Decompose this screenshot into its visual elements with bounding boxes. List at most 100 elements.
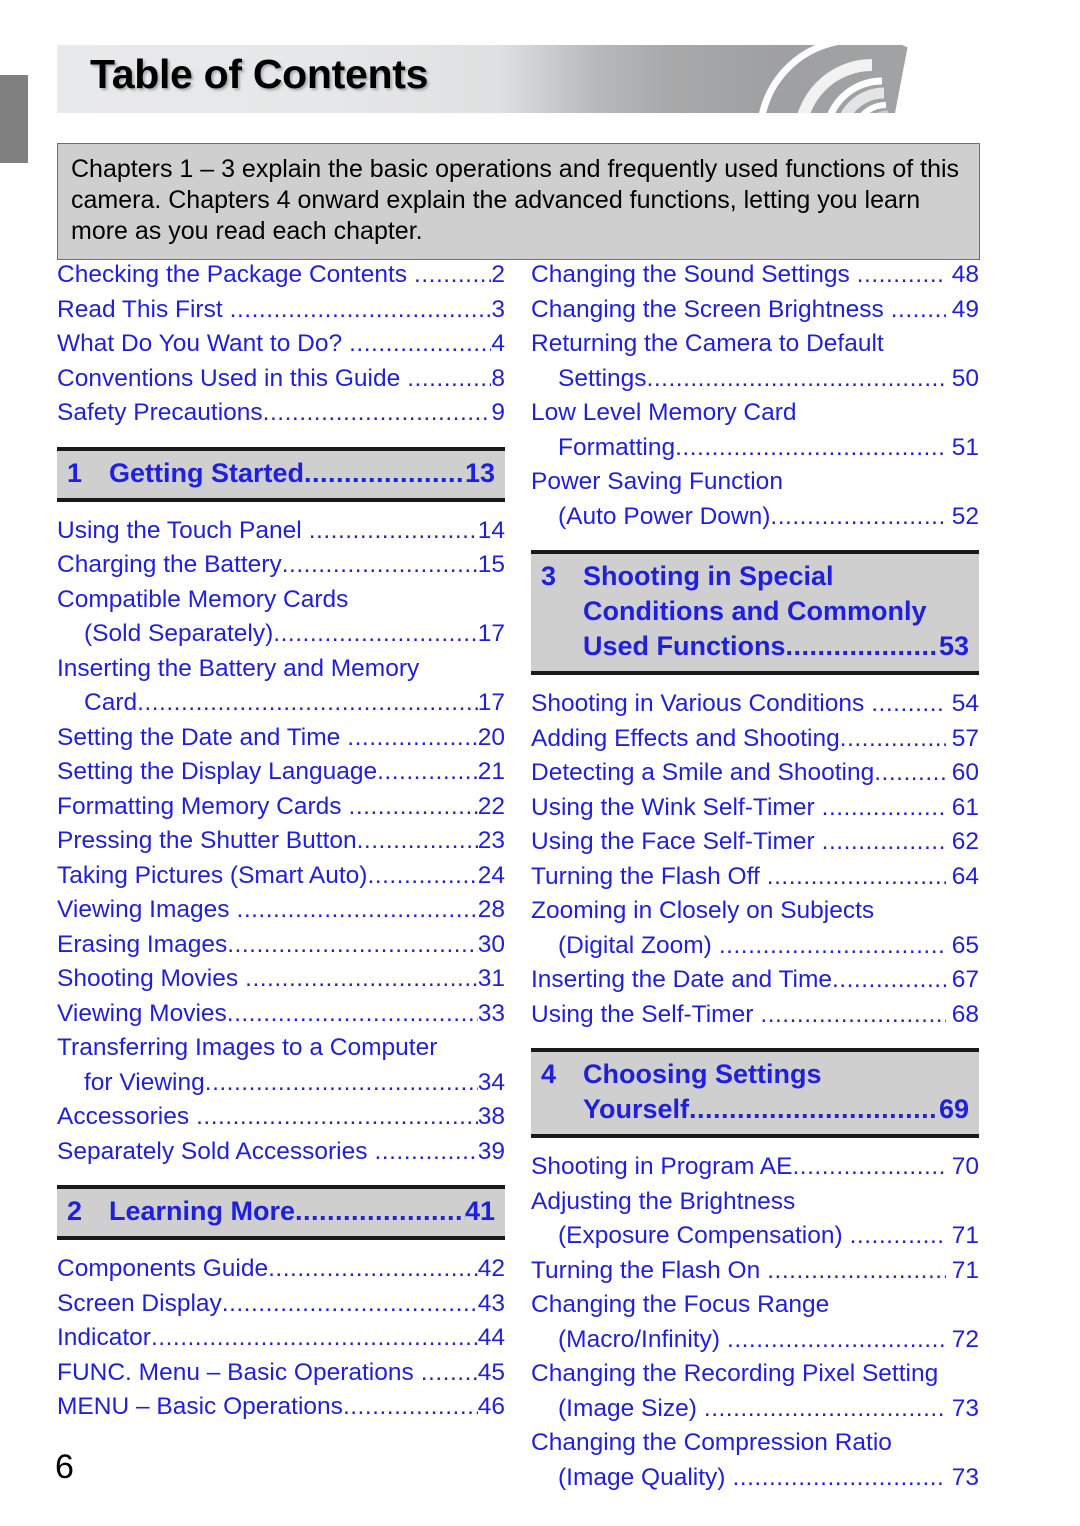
toc-entry-page: 61 (951, 793, 979, 821)
toc-entry[interactable]: Taking Pictures (Smart Auto) ...........… (57, 859, 505, 894)
toc-entry-title: MENU – Basic Operations (57, 1393, 343, 1420)
dot-leader: ........................................… (849, 1222, 946, 1249)
toc-entry[interactable]: Setting the Display Language ...........… (57, 755, 505, 790)
toc-entry-page: 65 (951, 931, 979, 959)
toc-entry[interactable]: Components Guide .......................… (57, 1252, 505, 1287)
toc-entry-title: Using the Face Self-Timer (531, 828, 815, 855)
toc-entry[interactable]: (Exposure Compensation) ................… (531, 1219, 979, 1254)
toc-entry[interactable]: for Viewing ............................… (57, 1066, 505, 1101)
toc-entry[interactable]: Shooting Movies ........................… (57, 962, 505, 997)
dot-leader: ........................................… (839, 724, 946, 752)
toc-entry-line[interactable]: Transferring Images to a Computer (57, 1031, 505, 1066)
page-number: 6 (55, 1448, 74, 1486)
toc-entry-line[interactable]: Changing the Compression Ratio (531, 1426, 979, 1461)
dot-leader: ........................................… (273, 620, 478, 647)
chapter-heading-1[interactable]: 1 Getting Started ......................… (57, 446, 505, 502)
toc-entry-title: Changing the Focus Range (531, 1291, 830, 1318)
toc-entry[interactable]: Screen Display .........................… (57, 1287, 505, 1322)
toc-entry[interactable]: Adding Effects and Shooting ............… (531, 722, 979, 757)
toc-entry[interactable]: Using the Self-Timer ...................… (531, 998, 979, 1033)
toc-entry-title: Power Saving Function (531, 468, 783, 495)
dot-leader: ........................................… (792, 1153, 946, 1180)
toc-entry[interactable]: (Image Quality) ........................… (531, 1461, 979, 1496)
toc-entry-title: Formatting Memory Cards (57, 792, 342, 820)
chapter-page: 13 (464, 457, 495, 488)
toc-entry-page: 33 (477, 999, 505, 1027)
toc-entry-title-cont: (Auto Power Down) (558, 502, 771, 530)
toc-entry-line[interactable]: Changing the Recording Pixel Setting (531, 1357, 979, 1392)
toc-entry[interactable]: Detecting a Smile and Shooting .........… (531, 756, 979, 791)
dot-leader: ........................................… (718, 931, 946, 959)
dot-leader: ........................................… (767, 1256, 946, 1284)
toc-entry[interactable]: (Digital Zoom) .........................… (531, 929, 979, 964)
toc-entry[interactable]: Shooting in Program AE .................… (531, 1150, 979, 1185)
toc-entry[interactable]: Card ...................................… (57, 686, 505, 721)
toc-entry-line[interactable]: Compatible Memory Cards (57, 583, 505, 618)
dot-leader: ........................................… (229, 295, 492, 323)
toc-entry[interactable]: Changing the Screen Brightness .........… (531, 293, 979, 328)
toc-entry[interactable]: Inserting the Date and Time ............… (531, 963, 979, 998)
toc-entry[interactable]: Checking the Package Contents ..........… (57, 258, 505, 293)
toc-entry-line[interactable]: Adjusting the Brightness (531, 1185, 979, 1220)
toc-entry-line[interactable]: Power Saving Function (531, 465, 979, 500)
toc-entry-page: 68 (951, 1000, 979, 1028)
toc-entry-title: Components Guide (57, 1255, 269, 1282)
toc-entry[interactable]: Turning the Flash On ...................… (531, 1254, 979, 1289)
front-matter-list: Checking the Package Contents ..........… (57, 258, 505, 431)
toc-entry-title: Screen Display (57, 1289, 222, 1317)
toc-entry[interactable]: MENU – Basic Operations ................… (57, 1390, 505, 1425)
toc-entry[interactable]: (Macro/Infinity) .......................… (531, 1323, 979, 1358)
left-column: Checking the Package Contents ..........… (57, 258, 505, 1495)
toc-entry[interactable]: Shooting in Various Conditions .........… (531, 687, 979, 722)
toc-entry-page: 67 (951, 966, 979, 993)
toc-entry[interactable]: Erasing Images .........................… (57, 928, 505, 963)
toc-entry[interactable]: Accessories ............................… (57, 1100, 505, 1135)
toc-entry-page: 38 (477, 1103, 505, 1130)
toc-entry-line[interactable]: Zooming in Closely on Subjects (531, 894, 979, 929)
toc-entry[interactable]: Indicator ..............................… (57, 1321, 505, 1356)
toc-entry-title: Inserting the Battery and Memory (57, 654, 420, 682)
toc-columns: Checking the Package Contents ..........… (57, 258, 980, 1495)
chapter-heading-2[interactable]: 2 Learning More ........................… (57, 1185, 505, 1240)
toc-entry[interactable]: Using the Touch Panel ..................… (57, 514, 505, 549)
toc-entry[interactable]: Changing the Sound Settings ............… (531, 258, 979, 293)
toc-entry[interactable]: FUNC. Menu – Basic Operations ..........… (57, 1356, 505, 1391)
dot-leader: ........................................… (268, 1255, 478, 1282)
toc-entry[interactable]: Conventions Used in this Guide .........… (57, 362, 505, 397)
toc-entry[interactable]: (Auto Power Down) ......................… (531, 500, 979, 535)
toc-entry-title: Changing the Sound Settings (531, 261, 850, 288)
toc-entry[interactable]: (Image Size) ...........................… (531, 1392, 979, 1427)
toc-entry[interactable]: What Do You Want to Do? ................… (57, 327, 505, 362)
toc-entry-line[interactable]: Inserting the Battery and Memory (57, 652, 505, 687)
dot-leader: ........................................… (227, 930, 478, 958)
toc-entry[interactable]: Viewing Movies .........................… (57, 997, 505, 1032)
toc-entry-line[interactable]: Returning the Camera to Default (531, 327, 979, 362)
toc-entry[interactable]: (Sold Separately) ......................… (57, 617, 505, 652)
toc-entry[interactable]: Safety Precautions .....................… (57, 396, 505, 431)
toc-entry[interactable]: Formatting .............................… (531, 431, 979, 466)
toc-entry-line[interactable]: Low Level Memory Card (531, 396, 979, 431)
dot-leader: ........................................… (204, 1068, 478, 1096)
dot-leader: ........................................… (407, 364, 492, 392)
toc-entry[interactable]: Pressing the Shutter Button ............… (57, 824, 505, 859)
chapter-heading-4[interactable]: 4 Choosing Settings Yourself ...........… (531, 1048, 979, 1138)
toc-entry-page: 42 (477, 1255, 505, 1282)
toc-entry[interactable]: Using the Wink Self-Timer ..............… (531, 791, 979, 826)
dot-leader: ........................................… (245, 965, 478, 992)
toc-entry[interactable]: Read This First ........................… (57, 293, 505, 328)
toc-entry[interactable]: Using the Face Self-Timer ..............… (531, 825, 979, 860)
toc-entry-line[interactable]: Changing the Focus Range (531, 1288, 979, 1323)
toc-entry[interactable]: Viewing Images .........................… (57, 893, 505, 928)
chapter-title: Getting Started (109, 457, 305, 488)
toc-entry[interactable]: Separately Sold Accessories ............… (57, 1135, 505, 1170)
chapter-title-line2: Yourself (583, 1094, 690, 1124)
chapter-title-line3: Used Functions (583, 631, 786, 661)
toc-entry[interactable]: Formatting Memory Cards ................… (57, 790, 505, 825)
toc-entry[interactable]: Charging the Battery ...................… (57, 548, 505, 583)
toc-entry[interactable]: Settings ...............................… (531, 362, 979, 397)
toc-entry[interactable]: Setting the Date and Time ..............… (57, 721, 505, 756)
toc-entry-title: Pressing the Shutter Button (57, 827, 357, 854)
toc-entry[interactable]: Turning the Flash Off ..................… (531, 860, 979, 895)
chapter-title-line1: Choosing Settings (583, 1059, 822, 1089)
chapter-heading-3[interactable]: 3 Shooting in Special Conditions and Com… (531, 550, 979, 675)
